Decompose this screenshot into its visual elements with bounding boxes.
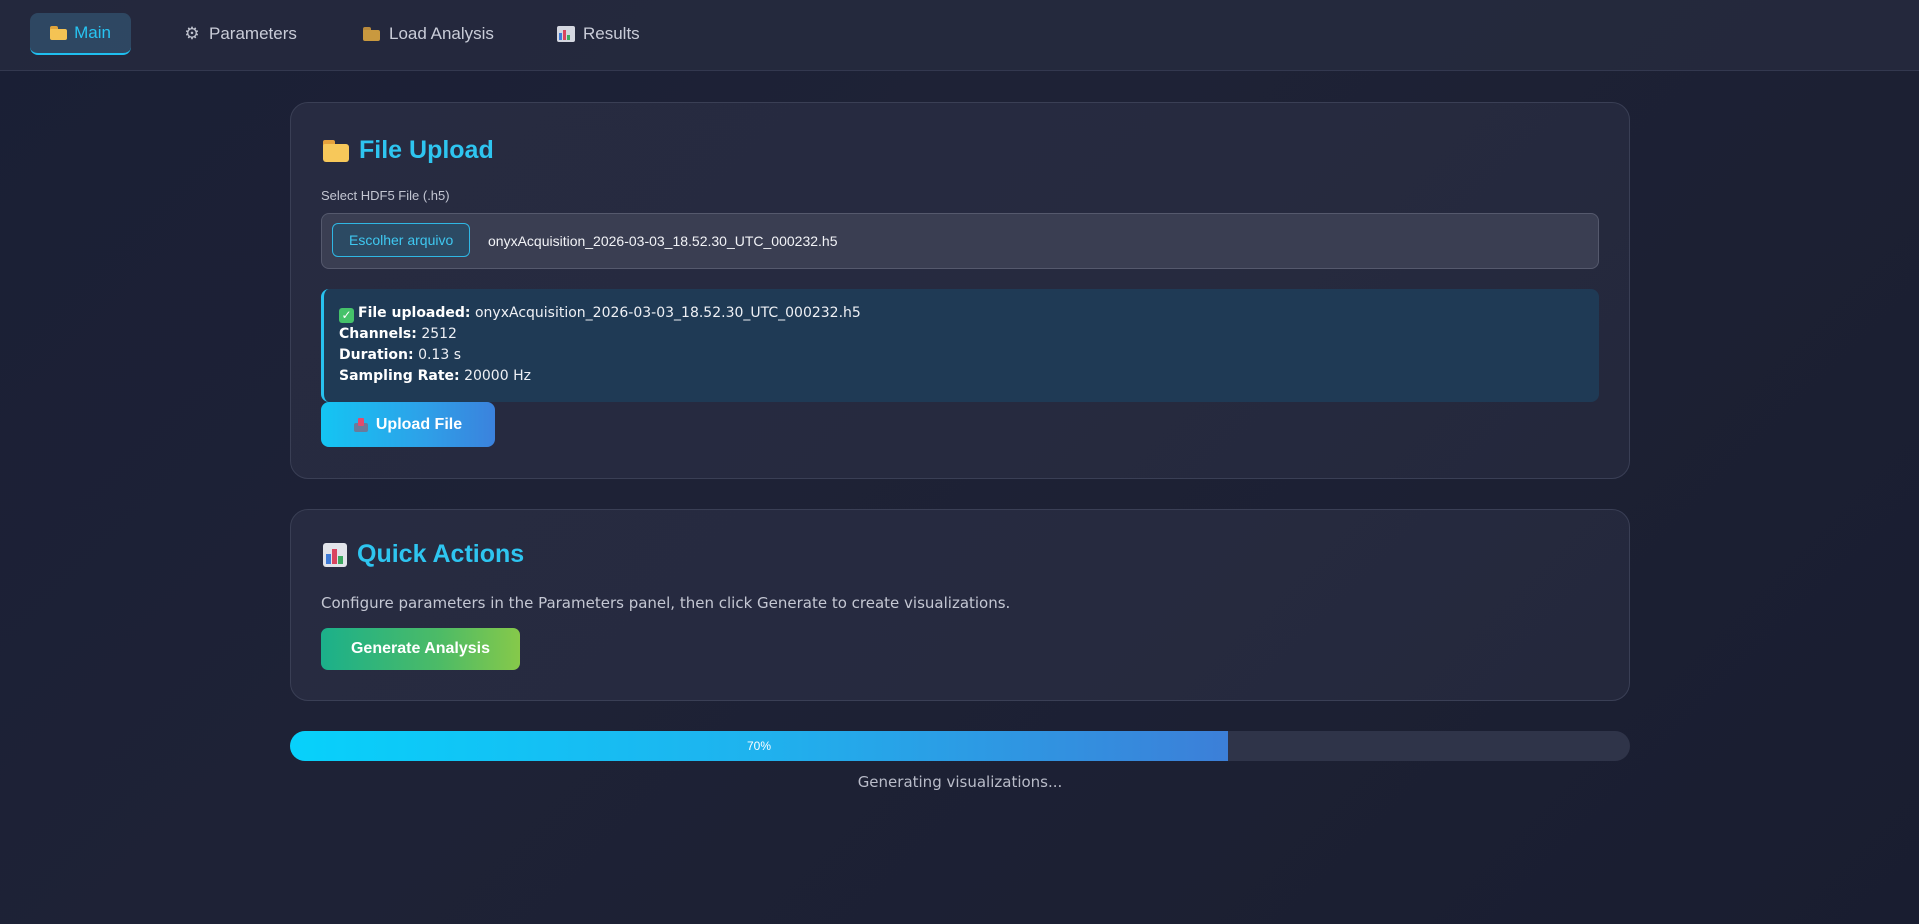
quick-actions-card: Quick Actions Configure parameters in th… [290, 509, 1630, 701]
top-nav: Main ⚙ Parameters Load Analysis Results [0, 0, 1919, 71]
tab-parameters-label: Parameters [209, 24, 297, 43]
tab-results[interactable]: Results [557, 13, 640, 55]
bar-chart-icon [323, 542, 347, 567]
bar-chart-icon [557, 26, 575, 42]
open-folder-icon [363, 26, 381, 42]
file-input[interactable]: Escolher arquivo onyxAcquisition_2026-03… [321, 213, 1599, 269]
progress-status-text: Generating visualizations... [857, 773, 1063, 791]
tab-load-analysis-label: Load Analysis [389, 24, 494, 43]
status-uploaded-value: onyxAcquisition_2026-03-03_18.52.30_UTC_… [474, 305, 861, 321]
quick-actions-title: Quick Actions [323, 540, 524, 569]
choose-file-button[interactable]: Escolher arquivo [332, 223, 471, 257]
status-rate-label: Sampling Rate: [339, 368, 460, 384]
status-rate-value: 20000 Hz [464, 368, 531, 384]
status-channels-value: 2512 [421, 326, 457, 342]
progress-percent-label: 70% [746, 739, 772, 753]
upload-icon [353, 417, 368, 432]
status-channels-label: Channels: [339, 326, 417, 342]
upload-file-button[interactable]: Upload File [321, 402, 495, 447]
status-uploaded-label: File uploaded: [358, 305, 471, 321]
gear-icon: ⚙ [184, 24, 200, 43]
tab-main[interactable]: Main [30, 13, 131, 55]
tab-results-label: Results [583, 24, 640, 43]
status-duration-line: Duration: 0.13 s [339, 345, 1584, 366]
upload-file-button-label: Upload File [375, 415, 463, 433]
tab-parameters[interactable]: ⚙ Parameters [183, 13, 297, 55]
quick-actions-description: Configure parameters in the Parameters p… [321, 594, 1011, 612]
check-icon: ✓ [339, 308, 354, 323]
status-duration-label: Duration: [339, 347, 414, 363]
tab-load-analysis[interactable]: Load Analysis [363, 13, 494, 55]
progress-fill: 70% [290, 731, 1228, 761]
file-upload-title-text: File Upload [359, 136, 494, 164]
folder-icon [50, 25, 68, 41]
file-upload-card: File Upload Select HDF5 File (.h5) Escol… [290, 102, 1630, 479]
selected-file-name: onyxAcquisition_2026-03-03_18.52.30_UTC_… [488, 233, 838, 249]
progress-bar: 70% [290, 731, 1630, 761]
file-upload-title: File Upload [323, 136, 494, 165]
status-uploaded-line: ✓ File uploaded: onyxAcquisition_2026-03-… [339, 303, 1584, 324]
tab-main-label: Main [74, 23, 111, 42]
file-field-label: Select HDF5 File (.h5) [321, 188, 450, 203]
status-duration-value: 0.13 s [418, 347, 461, 363]
upload-status-box: ✓ File uploaded: onyxAcquisition_2026-03-… [321, 289, 1599, 402]
status-rate-line: Sampling Rate: 20000 Hz [339, 366, 1584, 387]
generate-analysis-button[interactable]: Generate Analysis [321, 628, 520, 670]
status-channels-line: Channels: 2512 [339, 324, 1584, 345]
folder-icon [323, 139, 349, 162]
quick-actions-title-text: Quick Actions [357, 540, 525, 568]
